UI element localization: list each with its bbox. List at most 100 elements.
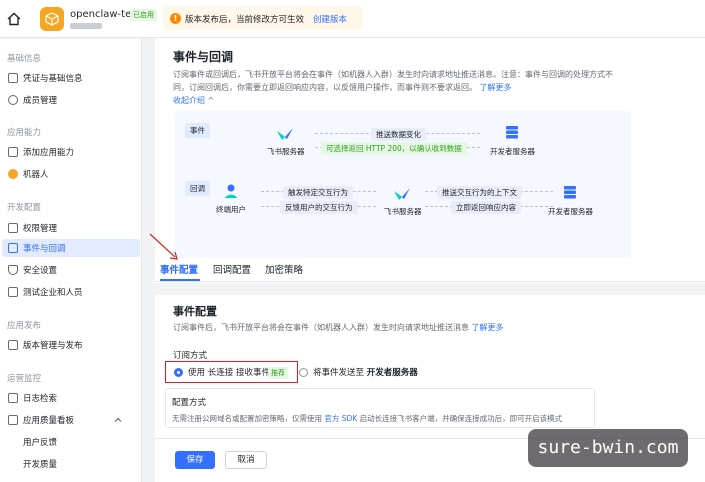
section-description: 订阅事件后，飞书开放平台将会在事件（如机器人入群）发生时向请求地址推送消息 了解… (173, 322, 504, 333)
sidebar-item-credentials[interactable]: 凭证与基础信息 (2, 69, 140, 87)
box-icon (45, 12, 59, 26)
subscription-mode-label: 订阅方式 (173, 351, 208, 361)
config-method-text: 无需注册公网域名或配置加密策略，仅需使用 官方 SDK 启动长连接飞书客户端，并… (172, 413, 562, 424)
sidebar-item-label: 成员管理 (23, 96, 58, 106)
warning-icon: ! (170, 13, 181, 24)
section-title: 事件配置 (173, 305, 217, 318)
test-icon (8, 287, 18, 297)
credential-icon (8, 73, 18, 83)
sidebar-section-title: 运营监控 (7, 374, 42, 384)
chevron-up-icon: ^ (207, 96, 215, 105)
long-connection-label[interactable]: 使用 长连接 接收事件 (188, 366, 270, 378)
save-button[interactable]: 保存 (175, 451, 215, 469)
return-response-label: 立即返回响应内容 (451, 201, 521, 214)
collapse-intro-toggle[interactable]: 收起介绍 ^ (173, 95, 214, 106)
event-icon (8, 243, 18, 253)
feishu-logo-icon (277, 128, 293, 140)
sidebar-item-label: 版本管理与发布 (23, 341, 83, 351)
feishu-server-label: 飞书服务器 (384, 207, 422, 216)
sidebar-item-permissions[interactable]: 权限管理 (2, 219, 140, 237)
user-icon (8, 95, 18, 105)
event-tag: 事件 (185, 123, 210, 138)
home-icon[interactable] (6, 11, 22, 27)
app-logo (40, 7, 64, 31)
tab-encryption[interactable]: 加密策略 (265, 262, 303, 276)
sidebar-item-label: 安全设置 (23, 266, 58, 276)
top-bar: openclaw-test 已启用 ! 版本发布后，当前修改方可生效 创建版本 (0, 0, 705, 38)
sidebar-item-label: 测试企业和人员 (23, 288, 83, 298)
version-icon (8, 340, 18, 350)
permission-icon (8, 223, 18, 233)
feishu-logo-icon (394, 188, 410, 200)
sidebar-item-dev-quality[interactable]: 开发质量 (2, 455, 140, 473)
sidebar-item-label: 添加应用能力 (23, 148, 75, 158)
sidebar-item-label: 应用质量看板 (23, 416, 75, 426)
config-text: 启动长连接飞书客户端，并确保连接成功后，即可开启该模式 (359, 414, 563, 423)
option-text: 将事件发送至 (313, 368, 365, 378)
learn-more-link[interactable]: 了解更多 (472, 323, 504, 332)
sidebar-item-security[interactable]: 安全设置 (2, 261, 140, 279)
option-text: 长连接 (207, 368, 234, 378)
option-text: 使用 (188, 368, 206, 378)
log-icon (8, 393, 18, 403)
dev-server-radio[interactable] (299, 368, 308, 377)
bot-icon (8, 169, 18, 179)
sidebar-item-quality-dashboard[interactable]: 应用质量看板 (2, 411, 140, 429)
sidebar-section-title: 应用发布 (7, 321, 42, 331)
flow-diagram: 事件 飞书服务器 推送数据变化 可选择返回 HTTP 200，以确认收到数据 开… (175, 111, 631, 271)
page-title: 事件与回调 (173, 50, 234, 64)
description-text: 订阅事件后，飞书开放平台将会在事件（如机器人入群）发生时向请求地址推送消息 (173, 323, 469, 332)
sidebar-section-title: 开发配置 (7, 203, 42, 213)
config-tabs: 事件配置 回调配置 加密策略 (155, 258, 705, 282)
notice-banner: ! 版本发布后，当前修改方可生效 创建版本 (163, 6, 363, 30)
sidebar-item-events-callbacks[interactable]: 事件与回调 (2, 239, 140, 257)
shield-icon (8, 265, 18, 275)
server-icon (506, 126, 518, 139)
server-icon (564, 186, 576, 199)
push-data-label: 推送数据变化 (371, 128, 426, 141)
tab-event-config[interactable]: 事件配置 (160, 262, 198, 276)
create-version-link[interactable]: 创建版本 (313, 13, 347, 25)
sidebar-item-bot[interactable]: 机器人 (2, 165, 140, 183)
section-gap (155, 283, 705, 295)
feishu-server-label: 飞书服务器 (267, 147, 305, 156)
dev-server-option-label[interactable]: 将事件发送至 开发者服务器 (313, 366, 418, 378)
sidebar-item-members[interactable]: 成员管理 (2, 91, 140, 109)
sidebar-item-add-capability[interactable]: 添加应用能力 (2, 143, 140, 161)
sidebar-item-label: 机器人 (23, 170, 49, 180)
official-sdk-link[interactable]: 官方 SDK (324, 414, 357, 423)
sidebar-item-versions[interactable]: 版本管理与发布 (2, 336, 140, 354)
callback-tag: 回调 (185, 181, 210, 196)
long-connection-radio[interactable] (174, 368, 183, 377)
page-description: 订阅事件或回调后，飞书开放平台将会在事件（如机器人入群）发生时向请求地址推送消息… (173, 68, 693, 94)
config-text: 无需注册公网域名或配置加密策略，仅需使用 (172, 414, 322, 423)
sidebar-item-label: 权限管理 (23, 224, 58, 234)
option-text: 开发者服务器 (366, 368, 418, 378)
sidebar-item-user-feedback[interactable]: 用户反馈 (2, 433, 140, 451)
sidebar-item-label: 日志检索 (23, 394, 58, 404)
description-line: 同，订阅回调后，你需要立即返回响应内容，以反馈用户操作，而事件则不要求返回。 (173, 83, 477, 92)
dev-server-label: 开发者服务器 (490, 147, 535, 156)
active-tab-indicator (160, 279, 200, 281)
grid-icon (8, 147, 18, 157)
sidebar-item-logs[interactable]: 日志检索 (2, 389, 140, 407)
dashboard-icon (8, 415, 18, 425)
sidebar-item-test-tenant[interactable]: 测试企业和人员 (2, 283, 140, 301)
end-user-label: 终端用户 (216, 205, 246, 214)
app-status-badge: 已启用 (130, 9, 157, 21)
main-content: 事件与回调 订阅事件或回调后，飞书开放平台将会在事件（如机器人入群）发生时向请求… (155, 38, 705, 482)
annotation-arrow-icon (149, 233, 178, 260)
config-method-title: 配置方式 (172, 398, 207, 408)
sidebar-item-label: 事件与回调 (23, 244, 66, 254)
sidebar-item-label: 用户反馈 (23, 438, 58, 448)
push-context-label: 推送交互行为的上下文 (437, 186, 522, 199)
learn-more-link[interactable]: 了解更多 (480, 83, 512, 92)
trigger-label: 触发特定交互行为 (283, 186, 353, 199)
recommended-badge: 推荐 (268, 367, 288, 379)
sidebar-section-title: 应用能力 (7, 128, 42, 138)
cancel-button[interactable]: 取消 (225, 451, 267, 469)
description-line: 订阅事件或回调后，飞书开放平台将会在事件（如机器人入群）发生时向请求地址推送消息… (173, 70, 613, 79)
user-icon (224, 184, 238, 198)
app-id-redacted (70, 23, 102, 29)
tab-callback-config[interactable]: 回调配置 (213, 262, 251, 276)
